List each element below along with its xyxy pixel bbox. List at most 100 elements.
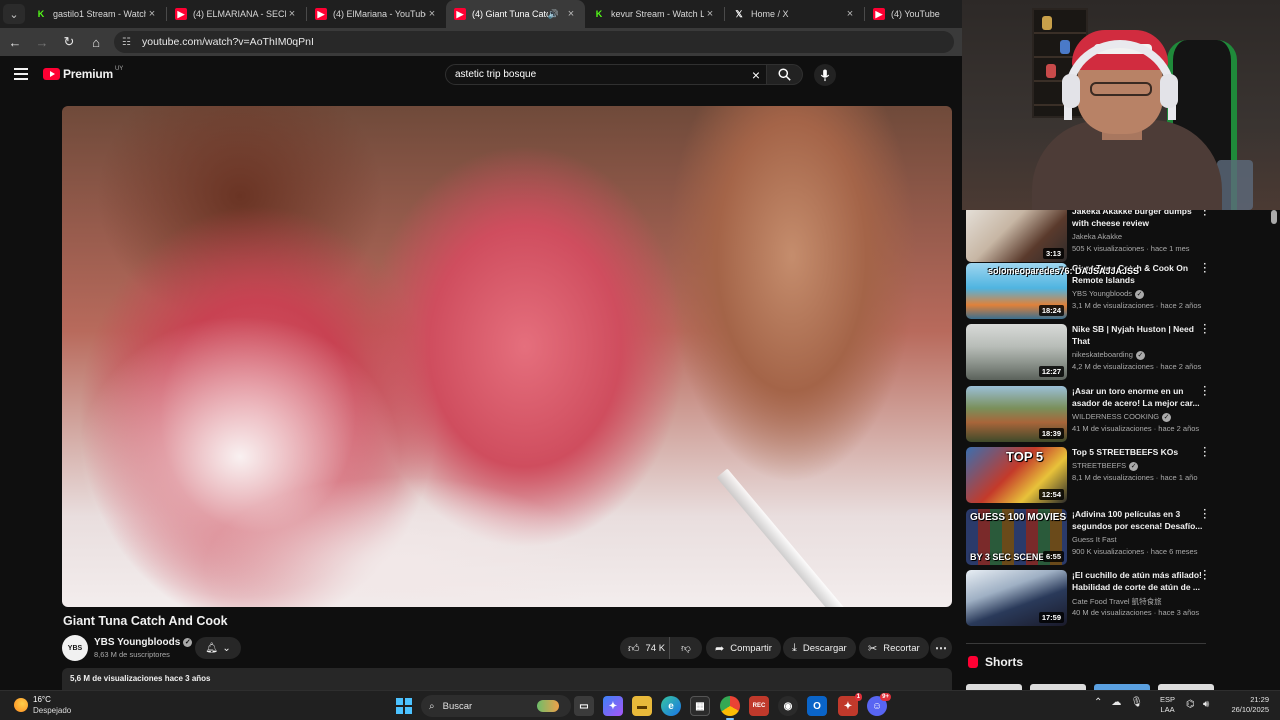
close-icon[interactable]: × <box>704 8 716 20</box>
outlook-icon[interactable]: O <box>807 696 827 716</box>
download-button[interactable]: ⤓ Descargar <box>783 637 856 659</box>
task-view-icon[interactable]: ▭ <box>574 696 594 716</box>
search-button[interactable] <box>767 64 803 85</box>
network-icon[interactable]: ⌬ <box>1186 699 1195 710</box>
webcam-glasses <box>1090 82 1152 96</box>
video-thumbnail[interactable]: TOP 5 12:54 <box>966 447 1067 503</box>
more-vertical-icon[interactable]: ··· <box>1202 567 1208 585</box>
video-thumbnail[interactable]: 3:13 <box>966 210 1067 262</box>
description-box[interactable]: 5,6 M de visualizaciones hace 3 años <box>62 668 952 690</box>
recommended-channel[interactable]: Jakeka Akakke <box>1072 232 1122 241</box>
tab-elmariana-youtube[interactable]: ▶ (4) ElMariana - YouTube × <box>307 0 446 28</box>
speaker-icon[interactable]: 🔊 <box>548 9 559 20</box>
video-player[interactable] <box>62 106 952 607</box>
close-icon[interactable]: × <box>844 8 856 20</box>
close-icon[interactable]: × <box>426 8 438 20</box>
notification-badge: 9+ <box>880 693 891 701</box>
recommended-video[interactable]: 3:13 Jakeka Akakke burger dumps with che… <box>966 210 1211 264</box>
more-actions-button[interactable]: ⋯ <box>930 637 952 659</box>
recording-app-icon[interactable]: REC <box>749 696 769 716</box>
more-vertical-icon[interactable]: ··· <box>1202 321 1208 339</box>
notification-badge: 1 <box>854 693 862 701</box>
recommended-video[interactable]: 17:59 ¡El cuchillo de atún más afilado! … <box>966 567 1211 628</box>
more-vertical-icon[interactable]: ··· <box>1202 383 1208 401</box>
dislike-button[interactable]: 👎︎ <box>670 637 702 659</box>
tab-kevur[interactable]: K kevur Stream - Watch Live × <box>585 0 724 28</box>
more-vertical-icon[interactable]: ··· <box>1202 210 1208 221</box>
close-icon[interactable]: × <box>146 8 158 20</box>
back-arrow-icon[interactable]: ← <box>3 30 27 54</box>
recommended-video-title[interactable]: Top 5 STREETBEEFS KOs <box>1072 447 1204 459</box>
taskbar-search[interactable]: ⌕ Buscar <box>421 695 571 717</box>
language-indicator[interactable]: ESP LAA <box>1160 695 1175 715</box>
tab-gastilo1[interactable]: K gastilo1 Stream - Watch Li × <box>27 0 166 28</box>
recommended-video[interactable]: 18:39 ¡Asar un toro enorme en un asador … <box>966 383 1211 444</box>
notification-bell-button[interactable]: 🔔︎ ⌄ <box>195 637 241 659</box>
recommended-channel[interactable]: nikeskateboarding ✓ <box>1072 350 1145 360</box>
app-with-notification-icon[interactable]: ✦ 1 <box>838 693 862 716</box>
chevron-up-icon[interactable]: ⌃ <box>1094 697 1102 708</box>
recommended-channel[interactable]: YBS Youngbloods ✓ <box>1072 289 1145 299</box>
tab-giant-tuna[interactable]: ▶ (4) Giant Tuna Catch An 🔊 × <box>446 0 585 28</box>
tab-search-menu-icon[interactable]: ⌄ <box>3 4 25 24</box>
recommended-video[interactable]: 12:27 Nike SB | Nyjah Huston | Need That… <box>966 321 1211 382</box>
file-explorer-icon[interactable]: ▬ <box>632 696 652 716</box>
clip-button[interactable]: ✂ Recortar <box>859 637 929 659</box>
webcam-figure <box>1046 64 1056 78</box>
close-icon[interactable]: × <box>565 8 577 20</box>
sidebar-scrollbar[interactable] <box>1271 210 1277 224</box>
more-vertical-icon[interactable]: ··· <box>1202 260 1208 278</box>
weather-widget[interactable]: 16°C Despejado <box>14 694 71 716</box>
more-vertical-icon[interactable]: ··· <box>1202 444 1208 462</box>
video-thumbnail[interactable]: 12:27 <box>966 324 1067 380</box>
recommended-channel[interactable]: STREETBEEFS ✓ <box>1072 461 1139 471</box>
recommended-video-title[interactable]: Jakeka Akakke burger dumps with cheese r… <box>1072 210 1204 229</box>
chrome-browser-icon[interactable] <box>720 696 740 720</box>
video-thumbnail[interactable]: GUESS 100 MOVIES BY 3 SEC SCENE 6:55 <box>966 509 1067 565</box>
home-icon[interactable]: ⌂ <box>84 30 108 54</box>
forward-arrow-icon[interactable]: → <box>30 30 54 54</box>
taskbar-clock[interactable]: 21:29 26/10/2025 <box>1223 695 1269 715</box>
recommended-video[interactable]: TOP 5 12:54 Top 5 STREETBEEFS KOs STREET… <box>966 444 1211 505</box>
copilot-icon[interactable]: ✦ <box>603 696 623 716</box>
like-button[interactable]: 👍︎ 74 K <box>620 637 670 659</box>
site-settings-icon[interactable]: ☷ <box>122 37 136 48</box>
close-icon[interactable]: × <box>286 8 298 20</box>
youtube-icon: ▶ <box>873 8 885 20</box>
channel-avatar[interactable]: YBS <box>62 635 88 661</box>
recommended-channel[interactable]: Cate Food Travel 凱特食旅 <box>1072 596 1162 607</box>
recommended-video-title[interactable]: ¡Adivina 100 películas en 3 segundos por… <box>1072 509 1204 532</box>
more-vertical-icon[interactable]: ··· <box>1202 506 1208 524</box>
recommended-channel[interactable]: Guess It Fast <box>1072 535 1117 544</box>
youtube-play-icon <box>43 68 60 80</box>
share-button[interactable]: ➦ Compartir <box>706 637 781 659</box>
download-label: Descargar <box>802 642 847 654</box>
microphone-icon[interactable]: 🎙︎ <box>1130 697 1143 708</box>
video-thumbnail[interactable]: 18:39 <box>966 386 1067 442</box>
discord-icon[interactable]: ☺ 9+ <box>867 693 891 716</box>
edge-browser-icon[interactable]: e <box>661 696 681 716</box>
microsoft-store-icon[interactable]: ▦ <box>690 696 710 716</box>
thumbnail-overlay-text: TOP 5 <box>1006 449 1044 464</box>
reload-icon[interactable]: ↻ <box>57 30 81 54</box>
recommended-video[interactable]: GUESS 100 MOVIES BY 3 SEC SCENE 6:55 ¡Ad… <box>966 506 1211 567</box>
recommended-channel[interactable]: WILDERNESS COOKING ✓ <box>1072 412 1172 422</box>
channel-name-link[interactable]: YBS Youngbloods ✓ <box>94 637 193 648</box>
recommended-video-title[interactable]: ¡Asar un toro enorme en un asador de ace… <box>1072 386 1204 409</box>
recommended-video-title[interactable]: Nike SB | Nyjah Huston | Need That <box>1072 324 1204 347</box>
menu-icon[interactable] <box>14 68 28 80</box>
youtube-premium-logo[interactable]: Premium UY <box>43 66 123 81</box>
steam-icon[interactable]: ◉ <box>778 696 798 716</box>
voice-search-button[interactable] <box>814 64 836 86</box>
windows-start-icon[interactable] <box>396 698 412 714</box>
tab-home-x[interactable]: 𝕏 Home / X × <box>725 0 864 28</box>
clear-search-icon[interactable]: × <box>752 67 760 83</box>
search-input[interactable]: astetic trip bosque × <box>445 64 767 85</box>
verified-icon: ✓ <box>1135 289 1145 299</box>
cloud-icon[interactable]: ☁ <box>1111 697 1121 708</box>
video-thumbnail[interactable]: 17:59 <box>966 570 1067 626</box>
volume-icon[interactable]: 🔊︎ <box>1203 699 1209 710</box>
recommended-video-title[interactable]: ¡El cuchillo de atún más afilado! Habili… <box>1072 570 1204 593</box>
address-bar[interactable]: ☷ youtube.com/watch?v=AoThIM0qPnI <box>114 31 954 53</box>
tab-elmariana-secreto[interactable]: ▶ (4) ELMARIANA - SECRETO × <box>167 0 306 28</box>
